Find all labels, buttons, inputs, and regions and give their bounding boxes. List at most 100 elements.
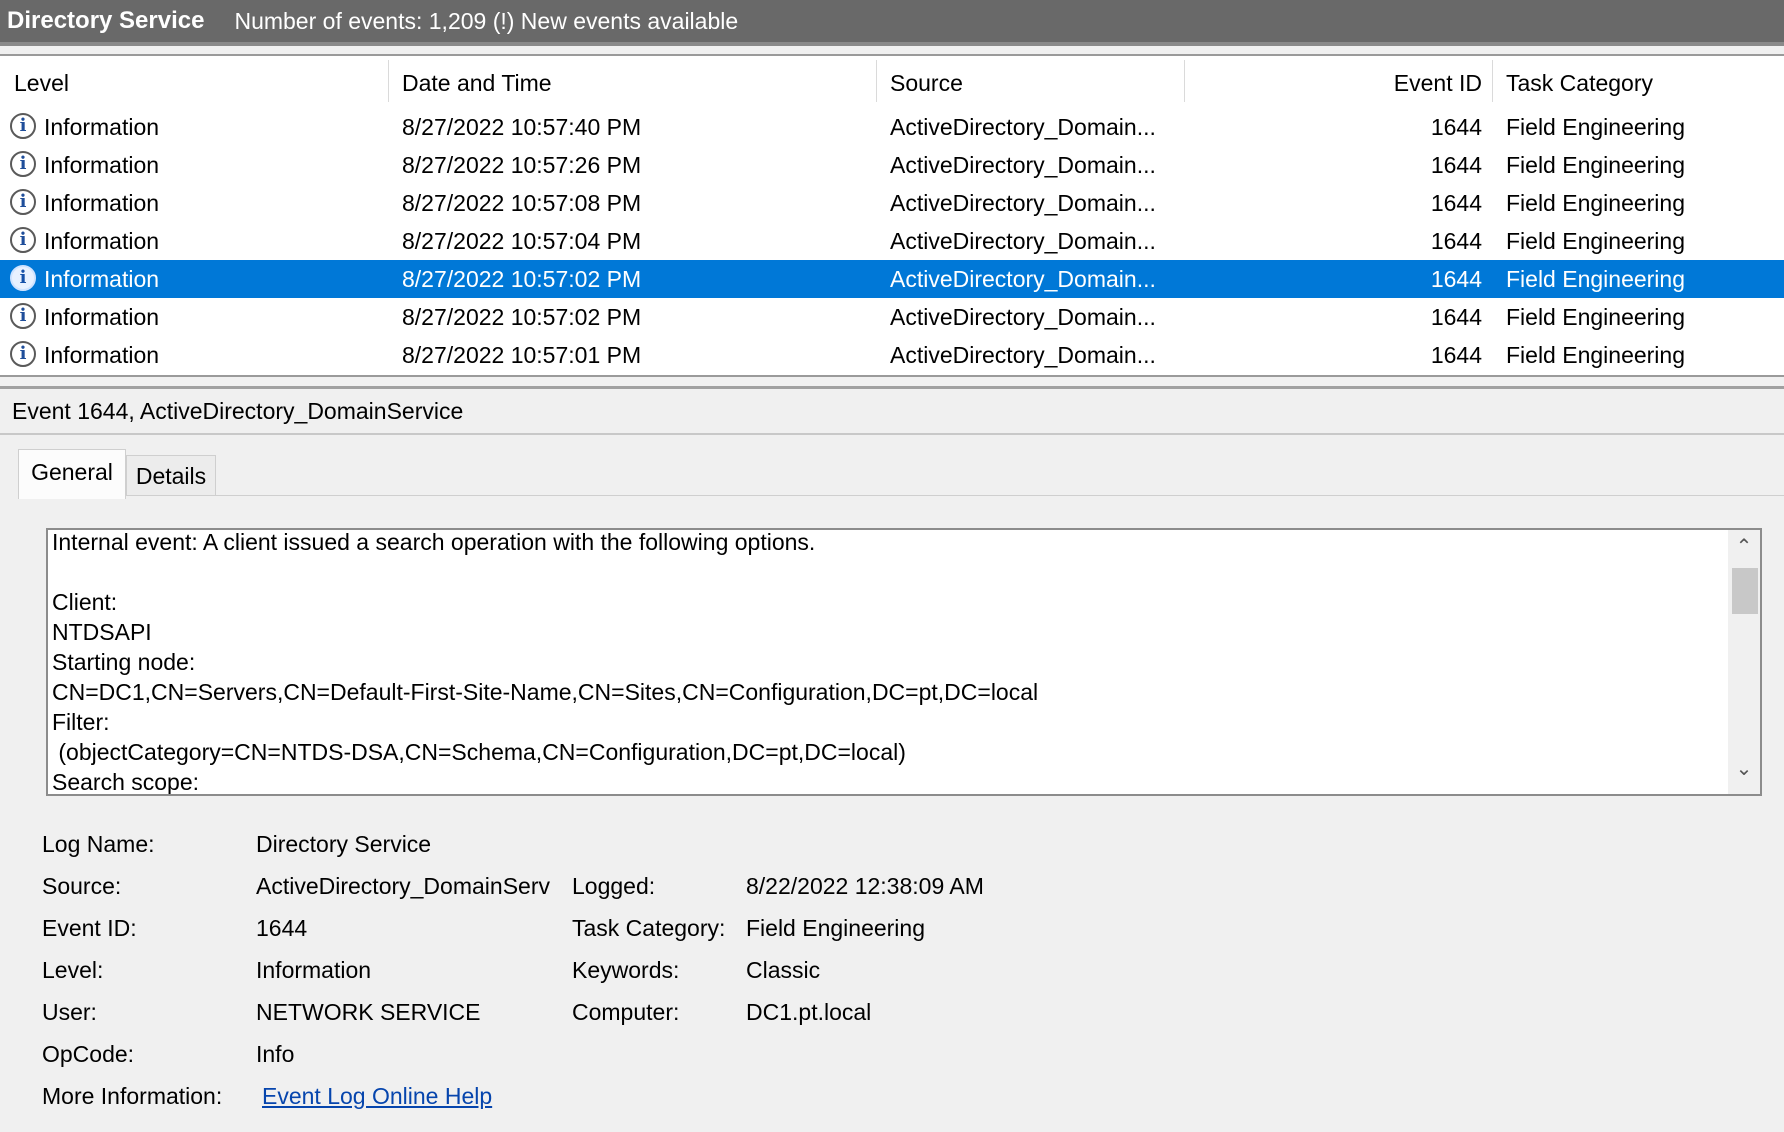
description-line: NTDSAPI bbox=[52, 619, 152, 645]
source-value: ActiveDirectory_DomainServ bbox=[256, 873, 550, 899]
description-line: Starting node: bbox=[52, 649, 196, 675]
event-id-cell: 1644 bbox=[1430, 190, 1482, 216]
log-name-value: Directory Service bbox=[256, 831, 432, 857]
source-cell: ActiveDirectory_Domain... bbox=[890, 304, 1156, 330]
log-title-bar: Directory Service Number of events: 1,20… bbox=[0, 0, 1784, 46]
scroll-thumb[interactable] bbox=[1732, 568, 1758, 614]
logged-label: Logged: bbox=[572, 873, 656, 899]
table-row[interactable]: i Information 8/27/2022 10:57:26 PM ActiveD… bbox=[0, 146, 1784, 184]
event-id-value: 1644 bbox=[256, 915, 308, 941]
level-cell: Information bbox=[44, 342, 160, 368]
opcode-label: OpCode: bbox=[42, 1041, 135, 1067]
information-icon: i bbox=[10, 227, 36, 253]
level-cell: Information bbox=[44, 266, 160, 292]
task-category-cell: Field Engineering bbox=[1506, 266, 1686, 292]
column-header-level[interactable]: Level bbox=[14, 56, 384, 106]
level-cell: Information bbox=[44, 304, 160, 330]
description-line: Internal event: A client issued a search… bbox=[52, 529, 816, 555]
information-icon: i bbox=[10, 189, 36, 215]
log-name-title: Directory Service bbox=[7, 7, 205, 34]
task-category-label: Task Category: bbox=[572, 915, 726, 941]
scroll-up-icon[interactable]: ⌃ bbox=[1728, 534, 1760, 559]
level-cell: Information bbox=[44, 152, 160, 178]
description-line: Search scope: bbox=[52, 769, 200, 795]
level-value: Information bbox=[256, 957, 372, 983]
event-log-online-help-link[interactable]: Event Log Online Help bbox=[262, 1081, 492, 1111]
keywords-value: Classic bbox=[746, 957, 821, 983]
column-header-row: Level Date and Time Source Event ID Task… bbox=[0, 56, 1784, 106]
information-icon: i bbox=[10, 265, 36, 291]
pane-splitter[interactable] bbox=[0, 386, 1784, 389]
information-icon: i bbox=[10, 113, 36, 139]
event-id-cell: 1644 bbox=[1430, 228, 1482, 254]
table-row[interactable]: i Information 8/27/2022 10:57:40 PM ActiveD… bbox=[0, 108, 1784, 146]
column-header-source[interactable]: Source bbox=[890, 56, 1180, 106]
source-cell: ActiveDirectory_Domain... bbox=[890, 342, 1156, 368]
task-category-cell: Field Engineering bbox=[1506, 114, 1686, 140]
information-icon: i bbox=[10, 151, 36, 177]
event-detail-header: Event 1644, ActiveDirectory_DomainServic… bbox=[12, 398, 464, 424]
tab-details[interactable]: Details bbox=[126, 455, 216, 495]
description-line: Filter: bbox=[52, 709, 110, 735]
source-cell: ActiveDirectory_Domain... bbox=[890, 152, 1156, 178]
event-id-cell: 1644 bbox=[1430, 304, 1482, 330]
table-row[interactable]: i Information 8/27/2022 10:57:08 PM ActiveD… bbox=[0, 184, 1784, 222]
task-category-cell: Field Engineering bbox=[1506, 190, 1686, 216]
information-icon: i bbox=[10, 341, 36, 367]
event-description-text: Internal event: A client issued a search… bbox=[52, 529, 1702, 795]
date-time-cell: 8/27/2022 10:57:02 PM bbox=[402, 304, 642, 330]
date-time-cell: 8/27/2022 10:57:04 PM bbox=[402, 228, 642, 254]
source-cell: ActiveDirectory_Domain... bbox=[890, 228, 1156, 254]
source-cell: ActiveDirectory_Domain... bbox=[890, 266, 1156, 292]
level-cell: Information bbox=[44, 190, 160, 216]
event-id-cell: 1644 bbox=[1430, 266, 1482, 292]
table-row[interactable]: i Information 8/27/2022 10:57:02 PM ActiveD… bbox=[0, 260, 1784, 298]
user-value: NETWORK SERVICE bbox=[256, 999, 481, 1025]
scroll-down-icon[interactable]: ⌄ bbox=[1728, 756, 1760, 781]
information-icon: i bbox=[10, 303, 36, 329]
logged-value: 8/22/2022 12:38:09 AM bbox=[746, 873, 984, 899]
table-row[interactable]: i Information 8/27/2022 10:57:04 PM ActiveD… bbox=[0, 222, 1784, 260]
description-line: CN=DC1,CN=Servers,CN=Default-First-Site-… bbox=[52, 679, 1039, 705]
task-category-cell: Field Engineering bbox=[1506, 228, 1686, 254]
source-cell: ActiveDirectory_Domain... bbox=[890, 190, 1156, 216]
level-cell: Information bbox=[44, 114, 160, 140]
event-id-cell: 1644 bbox=[1430, 152, 1482, 178]
table-row[interactable]: i Information 8/27/2022 10:57:02 PM ActiveD… bbox=[0, 298, 1784, 336]
task-category-cell: Field Engineering bbox=[1506, 304, 1686, 330]
user-label: User: bbox=[42, 999, 97, 1025]
more-information-label: More Information: bbox=[42, 1083, 223, 1109]
event-id-cell: 1644 bbox=[1430, 114, 1482, 140]
date-time-cell: 8/27/2022 10:57:08 PM bbox=[402, 190, 642, 216]
column-header-task-category[interactable]: Task Category bbox=[1506, 56, 1776, 106]
keywords-label: Keywords: bbox=[572, 957, 680, 983]
computer-value: DC1.pt.local bbox=[746, 999, 872, 1025]
table-row[interactable]: i Information 8/27/2022 10:57:01 PM ActiveD… bbox=[0, 336, 1784, 374]
computer-label: Computer: bbox=[572, 999, 680, 1025]
task-category-cell: Field Engineering bbox=[1506, 342, 1686, 368]
description-line bbox=[52, 557, 1702, 587]
opcode-value: Info bbox=[256, 1041, 295, 1067]
event-count-status[interactable]: Number of events: 1,209 (!) New events a… bbox=[234, 8, 738, 35]
divider bbox=[0, 433, 1784, 435]
date-time-cell: 8/27/2022 10:57:40 PM bbox=[402, 114, 642, 140]
date-time-cell: 8/27/2022 10:57:26 PM bbox=[402, 152, 642, 178]
log-name-label: Log Name: bbox=[42, 831, 155, 857]
column-header-event-id[interactable]: Event ID bbox=[1188, 56, 1482, 106]
tab-general[interactable]: General bbox=[18, 449, 126, 499]
level-cell: Information bbox=[44, 228, 160, 254]
event-id-label: Event ID: bbox=[42, 915, 137, 941]
description-line: Client: bbox=[52, 589, 118, 615]
task-category-value: Field Engineering bbox=[746, 915, 926, 941]
event-id-cell: 1644 bbox=[1430, 342, 1482, 368]
source-label: Source: bbox=[42, 873, 122, 899]
source-cell: ActiveDirectory_Domain... bbox=[890, 114, 1156, 140]
level-label: Level: bbox=[42, 957, 104, 983]
description-scrollbar[interactable]: ⌃ ⌄ bbox=[1728, 530, 1760, 794]
date-time-cell: 8/27/2022 10:57:01 PM bbox=[402, 342, 642, 368]
event-list[interactable]: Level Date and Time Source Event ID Task… bbox=[0, 54, 1784, 377]
column-header-date-time[interactable]: Date and Time bbox=[402, 56, 872, 106]
event-description-box[interactable]: Internal event: A client issued a search… bbox=[46, 528, 1762, 796]
description-line: (objectCategory=CN=NTDS-DSA,CN=Schema,CN… bbox=[52, 739, 906, 765]
date-time-cell: 8/27/2022 10:57:02 PM bbox=[402, 266, 642, 292]
